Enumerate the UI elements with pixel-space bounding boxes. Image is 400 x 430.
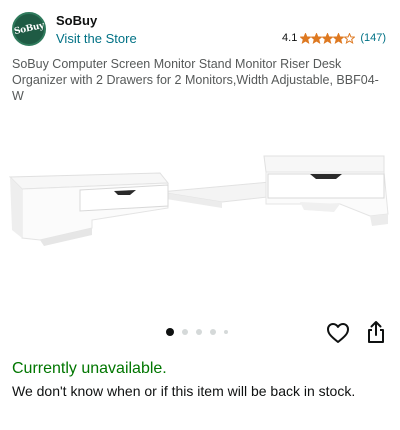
monitor-stand-illustration: [8, 155, 389, 246]
share-button[interactable]: [365, 320, 387, 344]
availability-note: We don't know when or if this item will …: [12, 383, 356, 399]
product-title: SoBuy Computer Screen Monitor Stand Moni…: [12, 57, 379, 103]
visit-store-link[interactable]: Visit the Store: [56, 31, 137, 46]
star-icon: [344, 32, 356, 44]
gallery-dot[interactable]: [224, 330, 228, 334]
brand-logo[interactable]: SoBuy: [12, 12, 46, 46]
brand-name: SoBuy: [56, 13, 98, 28]
rating-summary[interactable]: 4.1 (147): [282, 32, 386, 44]
product-image[interactable]: [0, 140, 400, 310]
gallery-dot[interactable]: [166, 328, 174, 336]
gallery-dot[interactable]: [182, 329, 188, 335]
wishlist-button[interactable]: [326, 322, 350, 344]
gallery-dot[interactable]: [196, 329, 202, 335]
rating-value: 4.1: [282, 32, 298, 44]
share-icon: [368, 321, 384, 343]
logo-text: SoBuy: [13, 20, 45, 38]
star-icon: [322, 32, 334, 44]
review-count-link[interactable]: (147): [360, 32, 386, 44]
seller-header: SoBuy SoBuy Visit the Store 4.1 (147): [12, 10, 388, 50]
gallery-dot[interactable]: [210, 329, 216, 335]
star-rating: [300, 32, 356, 44]
availability-status: Currently unavailable.: [12, 360, 167, 377]
star-icon: [333, 32, 345, 44]
star-icon: [311, 32, 323, 44]
star-icon: [300, 32, 312, 44]
heart-icon: [327, 323, 349, 343]
gallery-pagination[interactable]: [166, 328, 236, 336]
